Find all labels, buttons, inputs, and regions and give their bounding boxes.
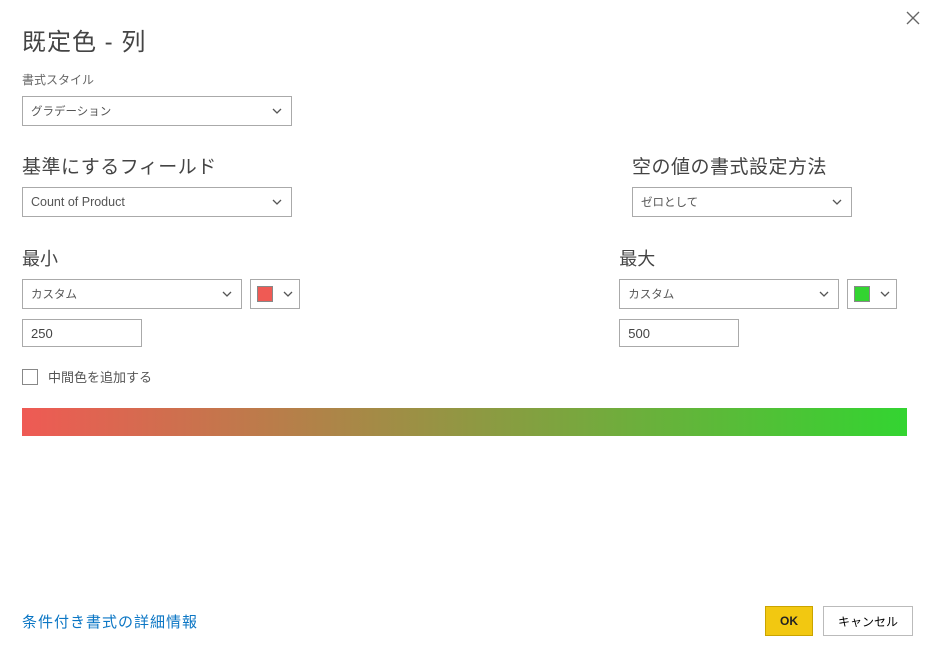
close-button[interactable]: [905, 10, 921, 26]
chevron-down-icon: [271, 196, 283, 208]
empty-format-value: ゼロとして: [641, 194, 698, 210]
max-mode-value: カスタム: [628, 286, 674, 302]
min-mode-value: カスタム: [31, 286, 77, 302]
min-color-swatch: [257, 286, 273, 302]
base-field-label: 基準にするフィールド: [22, 152, 632, 179]
chevron-down-icon: [818, 288, 830, 300]
max-label: 最大: [619, 245, 913, 271]
min-value-input[interactable]: [22, 319, 142, 347]
cancel-button[interactable]: キャンセル: [823, 606, 913, 636]
empty-format-label: 空の値の書式設定方法: [632, 152, 912, 179]
base-field-select[interactable]: Count of Product: [22, 187, 292, 217]
chevron-down-icon: [879, 288, 891, 300]
format-style-value: グラデーション: [31, 103, 111, 119]
min-mode-select[interactable]: カスタム: [22, 279, 242, 309]
max-mode-select[interactable]: カスタム: [619, 279, 839, 309]
min-label: 最小: [22, 245, 619, 271]
max-color-swatch: [854, 286, 870, 302]
chevron-down-icon: [831, 196, 843, 208]
format-style-select[interactable]: グラデーション: [22, 96, 292, 126]
format-style-label: 書式スタイル: [22, 71, 913, 88]
add-middle-color-label: 中間色を追加する: [48, 367, 152, 386]
gradient-preview: [22, 408, 907, 436]
add-middle-color-checkbox[interactable]: [22, 369, 38, 385]
chevron-down-icon: [271, 105, 283, 117]
max-value-input[interactable]: [619, 319, 739, 347]
chevron-down-icon: [282, 288, 294, 300]
min-color-picker[interactable]: [250, 279, 300, 309]
chevron-down-icon: [221, 288, 233, 300]
dialog-title: 既定色 - 列: [22, 22, 913, 57]
ok-button[interactable]: OK: [765, 606, 813, 636]
close-icon: [905, 10, 921, 26]
learn-more-link[interactable]: 条件付き書式の詳細情報: [22, 611, 198, 632]
max-color-picker[interactable]: [847, 279, 897, 309]
base-field-value: Count of Product: [31, 195, 125, 209]
empty-format-select[interactable]: ゼロとして: [632, 187, 852, 217]
